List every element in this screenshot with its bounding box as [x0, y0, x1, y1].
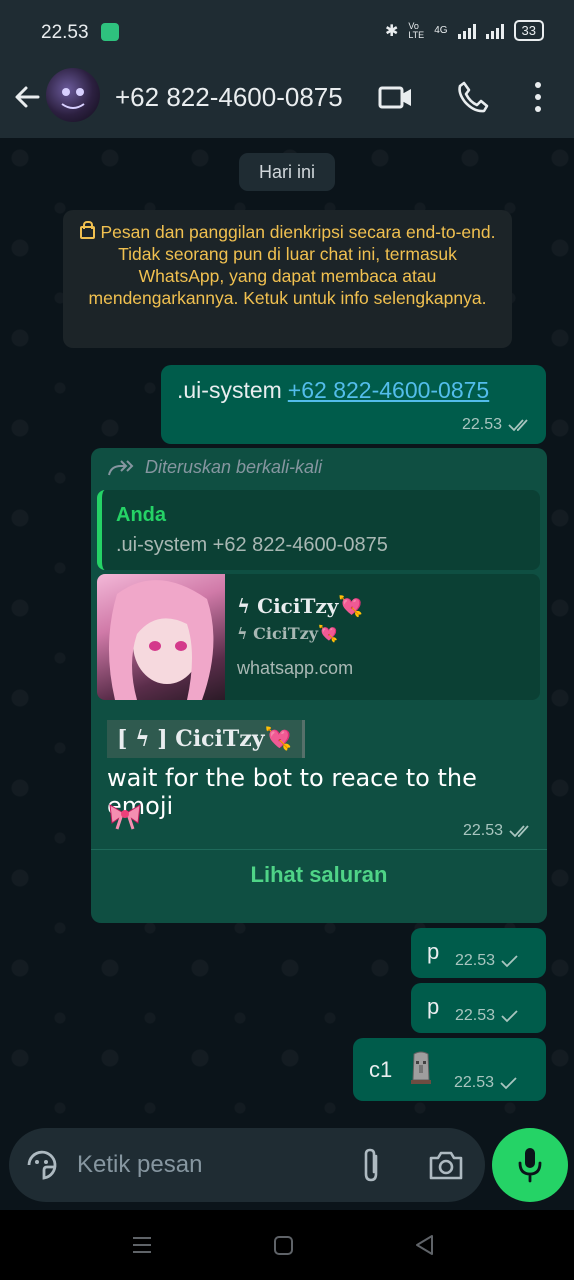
preview-subtitle: ϟ CiciTzy💘	[237, 624, 338, 643]
single-check-icon	[501, 955, 518, 968]
message-bubble[interactable]: .ui-system +62 822-4600-0875 22.53	[161, 365, 546, 444]
message-body: wait for the bot to reace to the emoji	[107, 764, 477, 820]
message-text: p	[427, 939, 440, 964]
preview-site: whatsapp.com	[237, 658, 354, 678]
back-arrow-icon[interactable]	[12, 80, 42, 114]
bluetooth-icon: ✱	[384, 22, 399, 40]
avatar[interactable]	[46, 68, 100, 122]
network-type: 4G	[434, 25, 448, 36]
date-chip: Hari ini	[239, 153, 335, 191]
link-preview[interactable]: ϟ CiciTzy💘 ϟ CiciTzy💘 whatsapp.com	[97, 574, 540, 700]
preview-subtitle-text: ϟ CiciTzy	[237, 624, 319, 643]
mic-icon	[518, 1148, 542, 1183]
message-meta: 22.53	[455, 1007, 519, 1025]
system-nav-bar	[0, 1210, 574, 1280]
message-meta: 22.53	[462, 416, 532, 434]
message-command: .ui-system	[177, 377, 282, 403]
status-bar: 22.53 ✱ Vo LTE 4G 33	[0, 0, 574, 62]
preview-title: ϟ CiciTzy💘	[237, 594, 363, 618]
forwarded-label: Diteruskan berkali-kali	[107, 457, 322, 478]
tagline: [ ϟ ] CiciTzy💘	[107, 720, 305, 758]
message-text: .ui-system +62 822-4600-0875	[177, 377, 489, 404]
encryption-notice[interactable]: Pesan dan panggilan dienkripsi secara en…	[63, 210, 512, 348]
status-time: 22.53	[41, 22, 89, 43]
contact-name[interactable]: +62 822-4600-0875	[115, 82, 343, 113]
bow-emoji	[109, 804, 141, 830]
forwarded-message-bubble[interactable]: Diteruskan berkali-kali Anda .ui-system …	[91, 448, 547, 923]
encryption-notice-text: Pesan dan panggilan dienkripsi secara en…	[88, 222, 496, 308]
message-composer[interactable]: Ketik pesan	[9, 1128, 485, 1202]
message-meta: 22.53	[455, 952, 519, 970]
quote-text: .ui-system +62 822-4600-0875	[116, 534, 388, 556]
sticker-icon[interactable]	[25, 1148, 59, 1182]
home-icon[interactable]	[273, 1235, 295, 1257]
camera-icon[interactable]	[428, 1148, 464, 1182]
message-meta: 22.53	[454, 1074, 518, 1092]
forwarded-label-text: Diteruskan berkali-kali	[145, 457, 323, 477]
heart-emoji-icon: 💘	[338, 594, 364, 618]
tagline-text: [ ϟ ] CiciTzy	[117, 726, 265, 752]
voice-call-icon[interactable]	[456, 80, 490, 114]
chat-header: +62 822-4600-0875	[0, 62, 574, 138]
message-time: 22.53	[454, 1074, 495, 1091]
preview-title-text: ϟ CiciTzy	[237, 594, 339, 618]
message-bubble[interactable]: p 22.53	[411, 983, 546, 1033]
status-indicators: ✱ Vo LTE 4G 33	[385, 20, 544, 41]
double-check-icon	[508, 419, 528, 432]
mic-button[interactable]	[492, 1128, 568, 1202]
single-check-icon	[500, 1077, 517, 1090]
back-nav-icon[interactable]	[414, 1234, 436, 1256]
video-call-icon[interactable]	[378, 80, 414, 114]
message-text: p	[427, 994, 440, 1019]
message-input[interactable]: Ketik pesan	[77, 1151, 202, 1179]
volte-icon: Vo LTE	[408, 20, 425, 40]
message-time: 22.53	[461, 416, 502, 433]
message-time: 22.53	[455, 952, 496, 969]
view-channel-button[interactable]: Lihat saluran	[91, 862, 547, 888]
message-time: 22.53	[462, 822, 503, 839]
recent-apps-icon[interactable]	[131, 1234, 153, 1256]
menu-dots-icon[interactable]	[531, 80, 545, 114]
message-bubble[interactable]: p 22.53	[411, 928, 546, 978]
attach-icon[interactable]	[358, 1146, 384, 1184]
double-check-icon	[509, 825, 529, 838]
heart-emoji-icon: 💘	[264, 726, 292, 752]
quoted-message[interactable]: Anda .ui-system +62 822-4600-0875	[97, 490, 540, 570]
moai-emoji	[411, 1051, 431, 1084]
signal-icon	[457, 23, 476, 39]
quote-sender: Anda	[116, 504, 166, 526]
message-meta: 22.53	[463, 822, 533, 840]
shield-icon	[101, 23, 119, 41]
divider	[91, 849, 547, 850]
message-time: 22.53	[455, 1007, 496, 1024]
phone-link[interactable]: +62 822-4600-0875	[288, 377, 489, 403]
lock-icon	[79, 221, 95, 239]
message-bubble[interactable]: c1 22.53	[353, 1038, 546, 1101]
single-check-icon	[501, 1010, 518, 1023]
forward-icon	[108, 459, 134, 475]
battery-level: 33	[513, 20, 544, 41]
heart-emoji-icon: 💘	[318, 624, 338, 643]
message-text: c1	[369, 1057, 393, 1082]
signal-icon-2	[485, 23, 504, 39]
preview-thumbnail	[97, 574, 225, 700]
